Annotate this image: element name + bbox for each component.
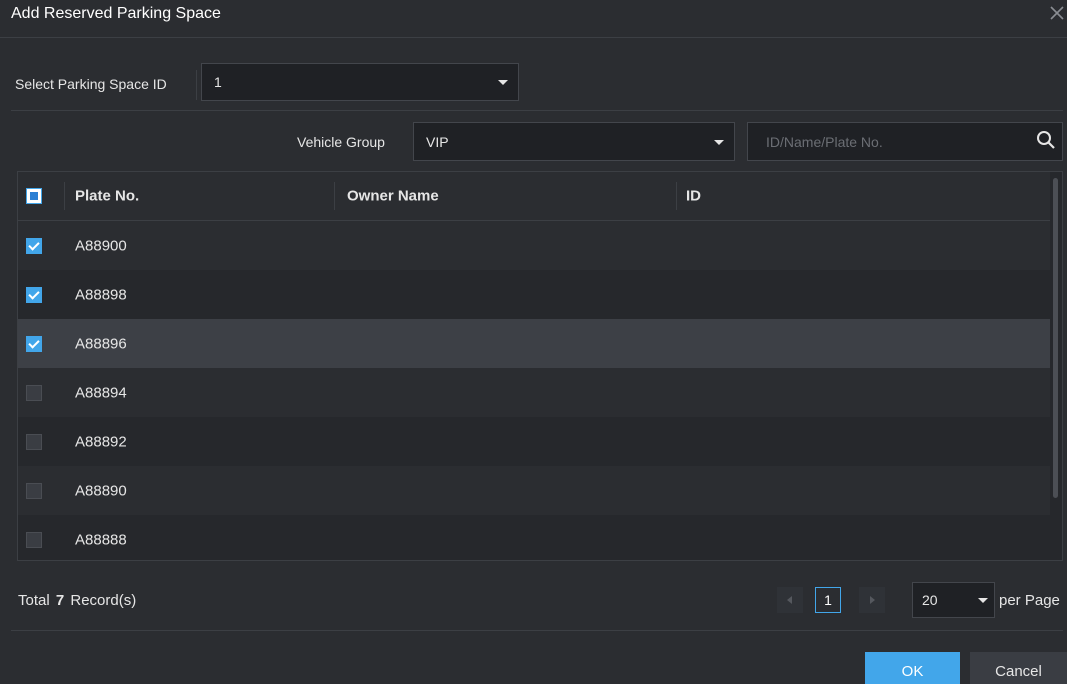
ok-button[interactable]: OK: [865, 652, 960, 684]
total-count: 7: [55, 592, 65, 609]
plate-cell: A88894: [75, 384, 127, 401]
search-icon[interactable]: [1036, 130, 1056, 150]
parking-space-id-label: Select Parking Space ID: [15, 76, 167, 92]
vehicle-group-label: Vehicle Group: [297, 134, 385, 150]
header-plate-no[interactable]: Plate No.: [75, 188, 139, 205]
page-size-select[interactable]: 20: [912, 582, 995, 618]
chevron-down-icon: [978, 598, 988, 603]
table-row[interactable]: A88894: [18, 368, 1050, 417]
search-input[interactable]: [747, 122, 1063, 161]
close-icon[interactable]: [1048, 4, 1066, 22]
header-owner-name[interactable]: Owner Name: [347, 188, 439, 205]
select-all-checkbox[interactable]: [26, 188, 42, 204]
table-scrollbar[interactable]: [1050, 172, 1062, 560]
table-row[interactable]: A88900: [18, 221, 1050, 270]
table-row[interactable]: A88888: [18, 515, 1050, 560]
dialog-title: Add Reserved Parking Space: [11, 5, 221, 22]
plate-cell: A88898: [75, 286, 127, 303]
vehicle-group-select[interactable]: VIP: [413, 122, 735, 161]
per-page-label: per Page: [999, 592, 1060, 609]
plate-cell: A88892: [75, 433, 127, 450]
total-suffix: Record(s): [70, 592, 137, 609]
chevron-left-icon: [787, 596, 792, 604]
row-checkbox[interactable]: [26, 531, 42, 548]
next-page-button[interactable]: [859, 587, 885, 613]
row-checkbox[interactable]: [26, 237, 42, 254]
chevron-right-icon: [870, 596, 875, 604]
table-row[interactable]: A88898: [18, 270, 1050, 319]
page-1-button[interactable]: 1: [815, 587, 841, 613]
table-row[interactable]: A88892: [18, 417, 1050, 466]
plate-cell: A88896: [75, 335, 127, 352]
header-id[interactable]: ID: [686, 188, 701, 205]
row-checkbox[interactable]: [26, 286, 42, 303]
plate-table: Plate No. Owner Name ID A88900 A88898 A8…: [17, 171, 1063, 561]
row-checkbox[interactable]: [26, 384, 42, 401]
cancel-button[interactable]: Cancel: [970, 652, 1067, 684]
page-size-value: 20: [922, 592, 938, 608]
plate-cell: A88888: [75, 531, 127, 548]
plate-cell: A88900: [75, 237, 127, 254]
parking-space-id-value: 1: [214, 74, 222, 90]
prev-page-button[interactable]: [777, 587, 803, 613]
parking-space-id-select[interactable]: 1: [201, 63, 519, 101]
plate-cell: A88890: [75, 482, 127, 499]
table-row[interactable]: A88890: [18, 466, 1050, 515]
row-checkbox[interactable]: [26, 335, 42, 352]
row-checkbox[interactable]: [26, 433, 42, 450]
total-records: Total 7 Record(s): [18, 592, 136, 609]
vehicle-group-value: VIP: [426, 133, 449, 150]
total-prefix: Total: [18, 592, 50, 609]
chevron-down-icon: [498, 80, 508, 85]
chevron-down-icon: [714, 140, 724, 145]
row-checkbox[interactable]: [26, 482, 42, 499]
scrollbar-thumb[interactable]: [1053, 178, 1058, 498]
table-row[interactable]: A88896: [18, 319, 1050, 368]
table-header: Plate No. Owner Name ID: [18, 172, 1050, 221]
